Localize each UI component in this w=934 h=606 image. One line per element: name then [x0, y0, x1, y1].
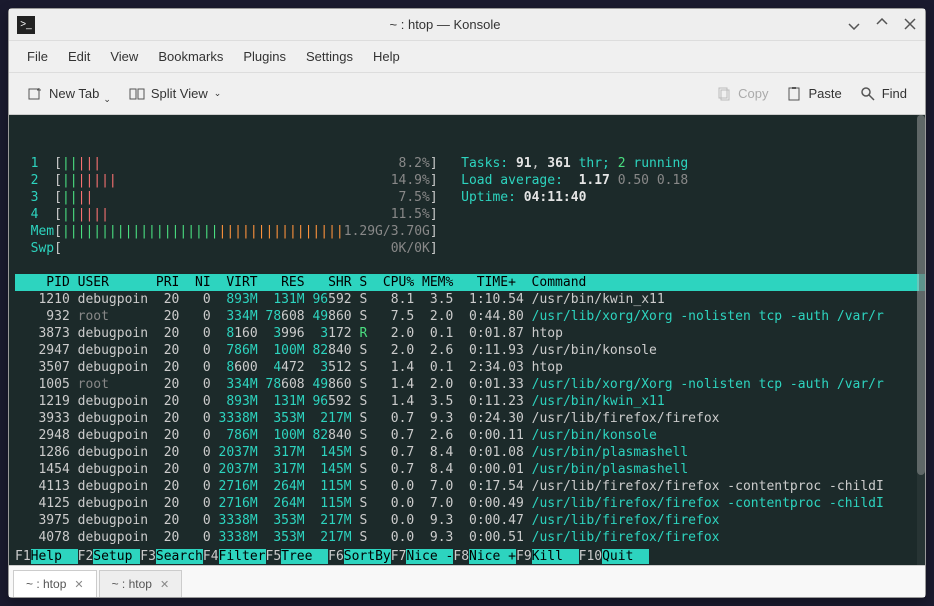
fkey-F3[interactable]: F3Search [140, 549, 203, 564]
menu-plugins[interactable]: Plugins [243, 49, 286, 64]
process-row[interactable]: 3507 debugpoin 20 0 8600 4472 3512 S 1.4… [15, 359, 919, 376]
maximize-icon[interactable] [875, 17, 889, 33]
split-view-button[interactable]: Split View ⌄ [129, 86, 221, 102]
copy-button[interactable]: Copy [716, 86, 768, 102]
scrollbar-thumb[interactable] [917, 115, 925, 475]
process-row[interactable]: 1005 root 20 0 334M 78608 49860 S 1.4 2.… [15, 376, 919, 393]
close-icon[interactable]: ✕ [74, 578, 83, 591]
app-icon: >_ [17, 16, 35, 34]
toolbar: New Tab ⌄ Split View ⌄ Copy Paste Find [9, 73, 925, 115]
process-row[interactable]: 932 root 20 0 334M 78608 49860 S 7.5 2.0… [15, 308, 919, 325]
fkey-F5[interactable]: F5Tree [266, 549, 329, 564]
find-button[interactable]: Find [860, 86, 907, 102]
process-row[interactable]: 2947 debugpoin 20 0 786M 100M 82840 S 2.… [15, 342, 919, 359]
split-view-label: Split View [151, 86, 208, 101]
process-row[interactable]: 1219 debugpoin 20 0 893M 131M 96592 S 1.… [15, 393, 919, 410]
fkey-F4[interactable]: F4Filter [203, 549, 266, 564]
menu-settings[interactable]: Settings [306, 49, 353, 64]
terminal-output[interactable]: 1 [||||| 8.2%] Tasks: 91, 361 thr; 2 run… [9, 115, 925, 565]
fkey-F7[interactable]: F7Nice - [391, 549, 454, 564]
close-icon[interactable] [903, 17, 917, 33]
process-row[interactable]: 1454 debugpoin 20 0 2037M 317M 145M S 0.… [15, 461, 919, 478]
fkey-F8[interactable]: F8Nice + [453, 549, 516, 564]
tabbar: ~ : htop ✕ ~ : htop ✕ [9, 565, 925, 597]
fkeys-bar: F1Help F2Setup F3SearchF4FilterF5Tree F6… [15, 548, 919, 565]
menu-view[interactable]: View [110, 49, 138, 64]
fkey-F2[interactable]: F2Setup [78, 549, 141, 564]
tab[interactable]: ~ : htop ✕ [13, 570, 97, 597]
menu-edit[interactable]: Edit [68, 49, 90, 64]
process-row[interactable]: 1210 debugpoin 20 0 893M 131M 96592 S 8.… [15, 291, 919, 308]
process-row[interactable]: 4113 debugpoin 20 0 2716M 264M 115M S 0.… [15, 478, 919, 495]
fkey-F6[interactable]: F6SortBy [328, 549, 391, 564]
copy-label: Copy [738, 86, 768, 101]
process-row[interactable]: 3975 debugpoin 20 0 3338M 353M 217M S 0.… [15, 512, 919, 529]
new-tab-button[interactable]: New Tab ⌄ [27, 86, 111, 102]
fkey-F9[interactable]: F9Kill [516, 549, 579, 564]
new-tab-label: New Tab [49, 86, 99, 101]
tab[interactable]: ~ : htop ✕ [99, 570, 183, 597]
chevron-down-icon[interactable]: ⌄ [214, 88, 222, 99]
process-row[interactable]: 3873 debugpoin 20 0 8160 3996 3172 R 2.0… [15, 325, 919, 342]
find-label: Find [882, 86, 907, 101]
titlebar[interactable]: >_ ~ : htop — Konsole [9, 9, 925, 41]
process-header[interactable]: PID USER PRI NI VIRT RES SHR S CPU% MEM%… [15, 274, 919, 291]
process-row[interactable]: 3933 debugpoin 20 0 3338M 353M 217M S 0.… [15, 410, 919, 427]
menu-bookmarks[interactable]: Bookmarks [158, 49, 223, 64]
menubar: File Edit View Bookmarks Plugins Settings Help [9, 41, 925, 73]
minimize-icon[interactable] [847, 17, 861, 33]
process-row[interactable]: 4078 debugpoin 20 0 3338M 353M 217M S 0.… [15, 529, 919, 546]
process-row[interactable]: 2948 debugpoin 20 0 786M 100M 82840 S 0.… [15, 427, 919, 444]
window-title: ~ : htop — Konsole [43, 17, 847, 32]
menu-file[interactable]: File [27, 49, 48, 64]
fkey-F1[interactable]: F1Help [15, 549, 78, 564]
process-row[interactable]: 4125 debugpoin 20 0 2716M 264M 115M S 0.… [15, 495, 919, 512]
konsole-window: >_ ~ : htop — Konsole File Edit View Bookma… [8, 8, 926, 598]
tab-label: ~ : htop [26, 577, 66, 591]
scrollbar[interactable] [917, 115, 925, 565]
close-icon[interactable]: ✕ [160, 578, 169, 591]
menu-help[interactable]: Help [373, 49, 400, 64]
fkey-F10[interactable]: F10Quit [579, 549, 649, 564]
paste-button[interactable]: Paste [786, 86, 841, 102]
paste-label: Paste [808, 86, 841, 101]
process-row[interactable]: 1286 debugpoin 20 0 2037M 317M 145M S 0.… [15, 444, 919, 461]
chevron-down-icon[interactable]: ⌄ [103, 94, 111, 105]
tab-label: ~ : htop [112, 577, 152, 591]
